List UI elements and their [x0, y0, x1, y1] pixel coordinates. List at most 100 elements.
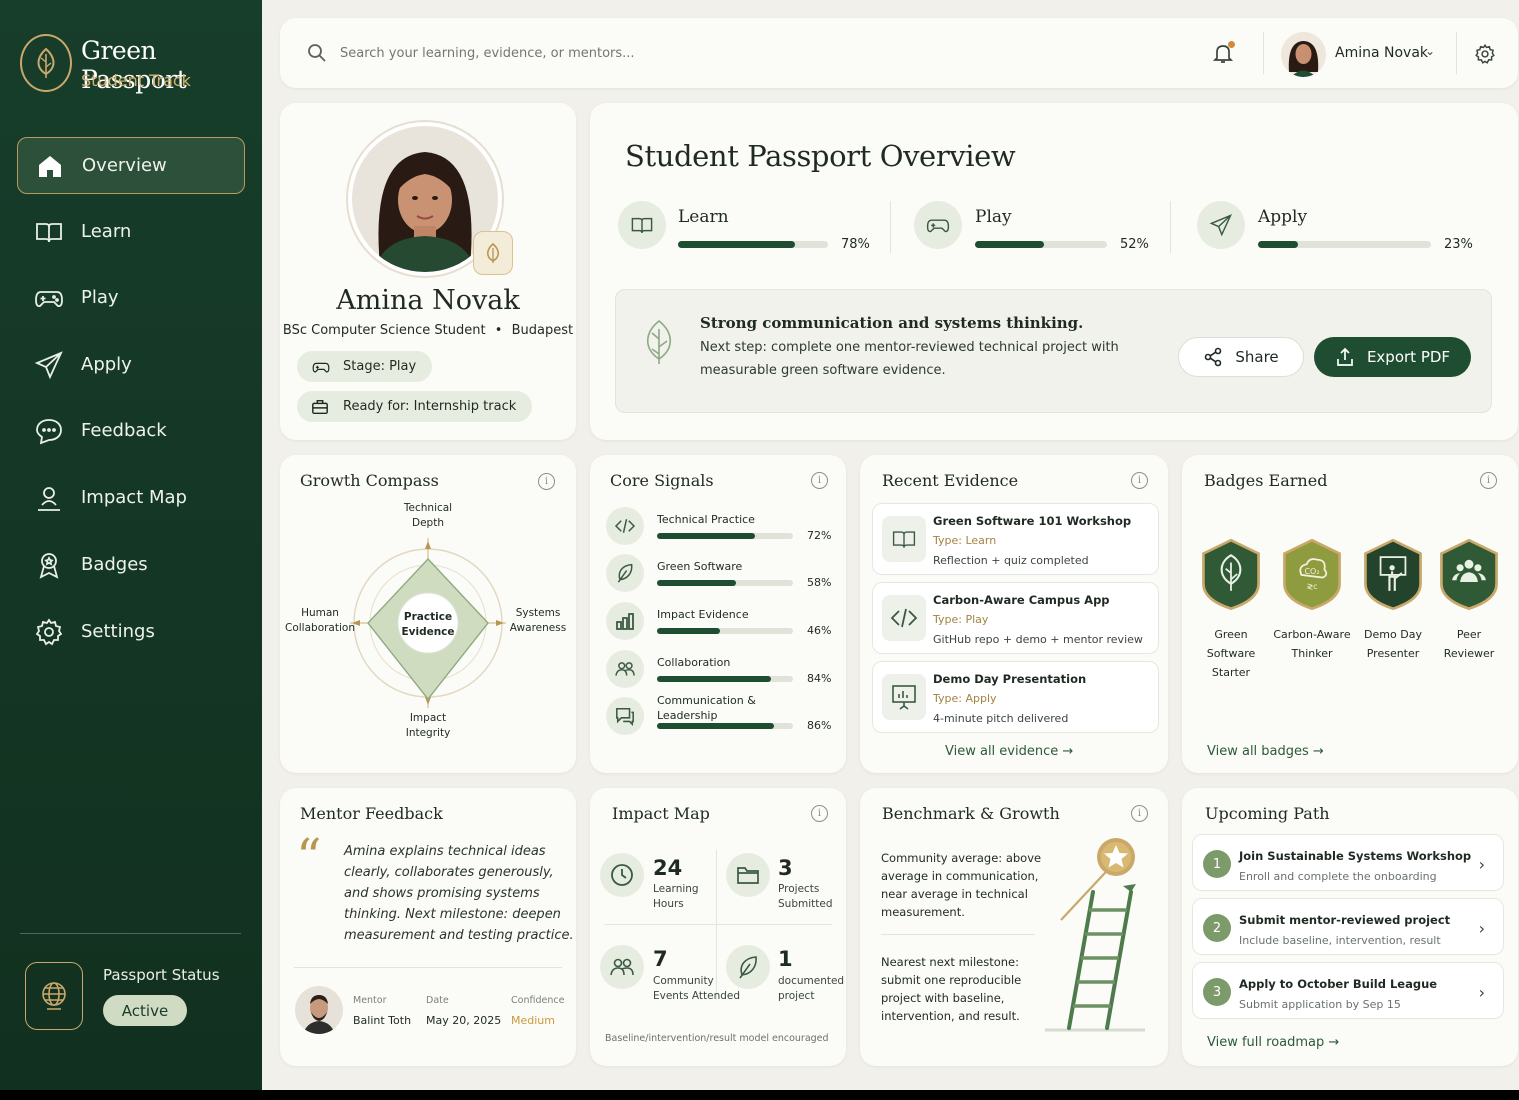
view-all-badges-link[interactable]: View all badges →: [1207, 744, 1324, 759]
signal-value: 58%: [807, 576, 832, 589]
signal-label: Green Software: [657, 560, 743, 573]
next-step-line-1: Next step: complete one mentor-reviewed …: [700, 340, 1119, 355]
co2-badge-icon[interactable]: CO₂ ≷c: [1280, 533, 1344, 615]
profile-details: BSc Computer Science Student • Budapest: [280, 323, 576, 338]
nav-label: Overview: [82, 155, 167, 176]
info-icon[interactable]: i: [811, 805, 828, 822]
stage-badge: Stage: Play: [297, 351, 433, 382]
page-title: Student Passport Overview: [625, 139, 1016, 173]
signal-value: 46%: [807, 624, 832, 637]
briefcase-icon: [312, 399, 328, 414]
next-step-line-2: measurable green software evidence.: [700, 363, 946, 378]
ribbon-badge-icon: [39, 552, 59, 579]
info-icon[interactable]: i: [1480, 472, 1497, 489]
brand-subtitle: Student Track: [81, 71, 191, 90]
info-icon[interactable]: i: [811, 472, 828, 489]
step-title: Join Sustainable Systems Workshop: [1239, 849, 1472, 863]
profile-program: BSc Computer Science Student: [282, 323, 486, 338]
nav-item-badges[interactable]: Badges: [17, 536, 245, 593]
avatar[interactable]: [1281, 32, 1326, 77]
nav-item-impact-map[interactable]: Impact Map: [17, 469, 245, 526]
chevron-right-icon: ›: [1478, 983, 1485, 1002]
evidence-desc: 4-minute pitch delivered: [933, 712, 1069, 725]
compass-axis-right: Systems Awareness: [509, 607, 567, 634]
nav-label: Learn: [81, 221, 132, 242]
evidence-title: Carbon-Aware Campus App: [933, 593, 1110, 607]
card-title: Growth Compass: [300, 471, 439, 490]
ready-badge: Ready for: Internship track: [297, 391, 533, 422]
signal-bar: [657, 676, 793, 682]
share-icon: [1205, 347, 1222, 367]
stat-label: Projects Submitted: [778, 883, 833, 910]
stat-label: Learning Hours: [653, 883, 699, 910]
signal-label: Communication & Leadership: [657, 694, 756, 722]
chat-icon: [36, 418, 62, 444]
evidence-desc: Reflection + quiz completed: [933, 554, 1089, 567]
user-name[interactable]: Amina Novak: [1335, 45, 1428, 61]
paper-plane-icon: [34, 350, 63, 379]
notification-dot: [1228, 41, 1235, 48]
upcoming-path-card: Upcoming Path 1 Join Sustainable Systems…: [1182, 788, 1518, 1066]
view-all-evidence-link[interactable]: View all evidence →: [945, 744, 1073, 759]
nav-item-play[interactable]: Play: [17, 269, 245, 326]
play-gamepad-icon: [914, 201, 962, 249]
benchmark-average-text: Community average: above average in commu…: [881, 851, 1042, 919]
info-icon[interactable]: i: [1131, 472, 1148, 489]
learn-progress-bar: [678, 241, 828, 248]
nav-item-learn[interactable]: Learn: [17, 203, 245, 260]
card-title: Upcoming Path: [1205, 804, 1330, 823]
share-button[interactable]: Share: [1178, 337, 1304, 377]
evidence-title: Green Software 101 Workshop: [933, 514, 1132, 528]
step-desc: Submit application by Sep 15: [1239, 998, 1401, 1011]
step-title: Submit mentor-reviewed project: [1239, 913, 1451, 927]
settings-gear-icon[interactable]: [1474, 43, 1496, 65]
view-full-roadmap-link[interactable]: View full roadmap →: [1207, 1035, 1339, 1050]
nav-item-settings[interactable]: Settings: [17, 603, 245, 660]
signal-value: 72%: [807, 529, 832, 542]
card-title: Badges Earned: [1204, 471, 1328, 490]
people-icon: [606, 650, 644, 688]
evidence-item[interactable]: Carbon-Aware Campus App Type: Play GitHu…: [872, 582, 1159, 654]
people-icon: [600, 945, 644, 989]
nav-item-feedback[interactable]: Feedback: [17, 402, 245, 459]
badges-card: Badges Earned i Green Software Starter CO₂ ≷…: [1182, 455, 1518, 773]
insight-headline: Strong communication and systems thinkin…: [700, 314, 1084, 332]
leaf-badge-icon[interactable]: [1199, 533, 1263, 615]
code-icon: [606, 507, 644, 545]
path-step[interactable]: 3 Apply to October Build League Submit a…: [1192, 962, 1504, 1019]
mentor-feedback-card: Mentor Feedback “ Amina explains technic…: [280, 788, 576, 1066]
search-input[interactable]: [340, 40, 940, 66]
info-icon[interactable]: i: [1131, 805, 1148, 822]
stat-value: 3: [778, 856, 793, 880]
notification-bell-icon[interactable]: [1211, 41, 1235, 65]
peer-badge-icon[interactable]: [1437, 533, 1501, 615]
mentor-avatar: [295, 986, 343, 1034]
step-number: 1: [1203, 850, 1231, 878]
apply-plane-icon: [1197, 201, 1245, 249]
evidence-title: Demo Day Presentation: [933, 672, 1087, 686]
nav-item-overview[interactable]: Overview: [17, 137, 245, 194]
chevron-down-icon[interactable]: ⌄: [1425, 44, 1435, 58]
info-icon[interactable]: i: [538, 473, 555, 490]
gamepad-icon: [312, 362, 330, 372]
evidence-item[interactable]: Green Software 101 Workshop Type: Learn …: [872, 503, 1159, 575]
compass-axis-bottom: Impact Integrity: [405, 712, 451, 739]
impact-footer: Baseline/intervention/result model encou…: [605, 1033, 829, 1044]
evidence-item[interactable]: Demo Day Presentation Type: Apply 4-minu…: [872, 661, 1159, 733]
presenter-badge-icon[interactable]: [1361, 533, 1425, 615]
compass-center-label: Practice Evidence: [401, 611, 455, 638]
nav-item-apply[interactable]: Apply: [17, 336, 245, 393]
step-desc: Enroll and complete the onboarding: [1239, 870, 1437, 883]
export-pdf-button[interactable]: Export PDF: [1314, 337, 1471, 377]
nav-label: Settings: [81, 621, 155, 642]
chevron-right-icon: ›: [1478, 855, 1485, 874]
apply-progress-label: Apply: [1258, 207, 1308, 227]
path-step[interactable]: 2 Submit mentor-reviewed project Include…: [1192, 898, 1504, 955]
topbar-divider: [1263, 32, 1264, 74]
date-label: Date: [426, 995, 449, 1006]
confidence-label: Confidence: [511, 995, 565, 1006]
quote-mark-icon: “: [296, 828, 322, 886]
signal-bar: [657, 580, 793, 586]
path-step[interactable]: 1 Join Sustainable Systems Workshop Enro…: [1192, 834, 1504, 891]
share-label: Share: [1235, 348, 1279, 366]
